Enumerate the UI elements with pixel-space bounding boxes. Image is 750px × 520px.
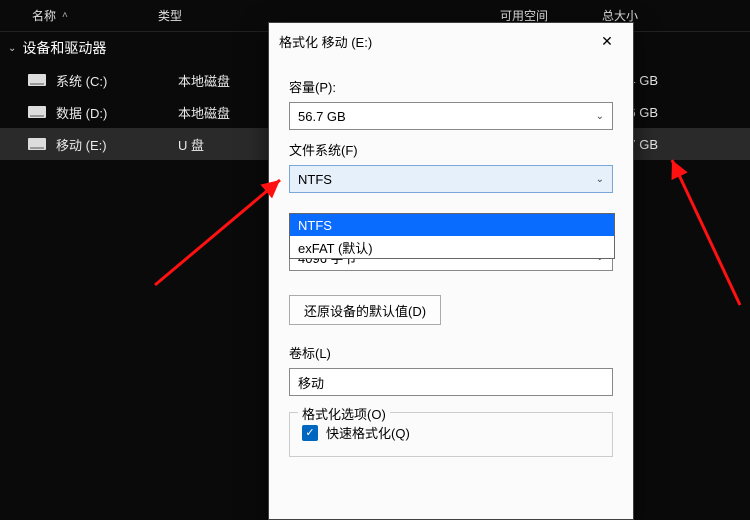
capacity-select[interactable]: 56.7 GB ⌄ bbox=[289, 102, 613, 130]
close-icon: ✕ bbox=[601, 33, 613, 50]
chevron-down-icon: ⌄ bbox=[596, 111, 604, 122]
format-options-legend: 格式化选项(O) bbox=[298, 404, 390, 423]
volume-input[interactable] bbox=[289, 368, 613, 396]
titlebar: 格式化 移动 (E:) ✕ bbox=[269, 23, 633, 59]
column-name[interactable]: 名称 ˄ bbox=[8, 7, 158, 24]
dialog-title: 格式化 移动 (E:) bbox=[279, 32, 591, 51]
filesystem-select[interactable]: NTFS ⌄ bbox=[289, 165, 613, 193]
chevron-down-icon: ⌄ bbox=[8, 43, 16, 54]
quick-format-checkbox[interactable]: ✓ 快速格式化(Q) bbox=[302, 423, 600, 442]
close-button[interactable]: ✕ bbox=[591, 27, 623, 55]
capacity-label: 容量(P): bbox=[289, 77, 613, 96]
dropdown-option-exfat[interactable]: exFAT (默认) bbox=[290, 236, 614, 258]
checkbox-checked-icon: ✓ bbox=[302, 425, 318, 441]
format-options-group: 格式化选项(O) ✓ 快速格式化(Q) bbox=[289, 412, 613, 457]
restore-defaults-button[interactable]: 还原设备的默认值(D) bbox=[289, 295, 441, 325]
drive-icon bbox=[28, 74, 46, 86]
drive-icon bbox=[28, 138, 46, 150]
filesystem-label: 文件系统(F) bbox=[289, 140, 613, 159]
chevron-down-icon: ⌄ bbox=[596, 174, 604, 185]
drive-icon bbox=[28, 106, 46, 118]
dropdown-option-ntfs[interactable]: NTFS bbox=[290, 214, 614, 236]
format-dialog: 格式化 移动 (E:) ✕ 容量(P): 56.7 GB ⌄ 文件系统(F) N… bbox=[268, 22, 634, 520]
filesystem-dropdown[interactable]: NTFS exFAT (默认) bbox=[289, 213, 615, 259]
column-type[interactable]: 类型 bbox=[158, 7, 278, 24]
sort-asc-icon: ˄ bbox=[62, 10, 68, 21]
volume-label: 卷标(L) bbox=[289, 343, 613, 362]
